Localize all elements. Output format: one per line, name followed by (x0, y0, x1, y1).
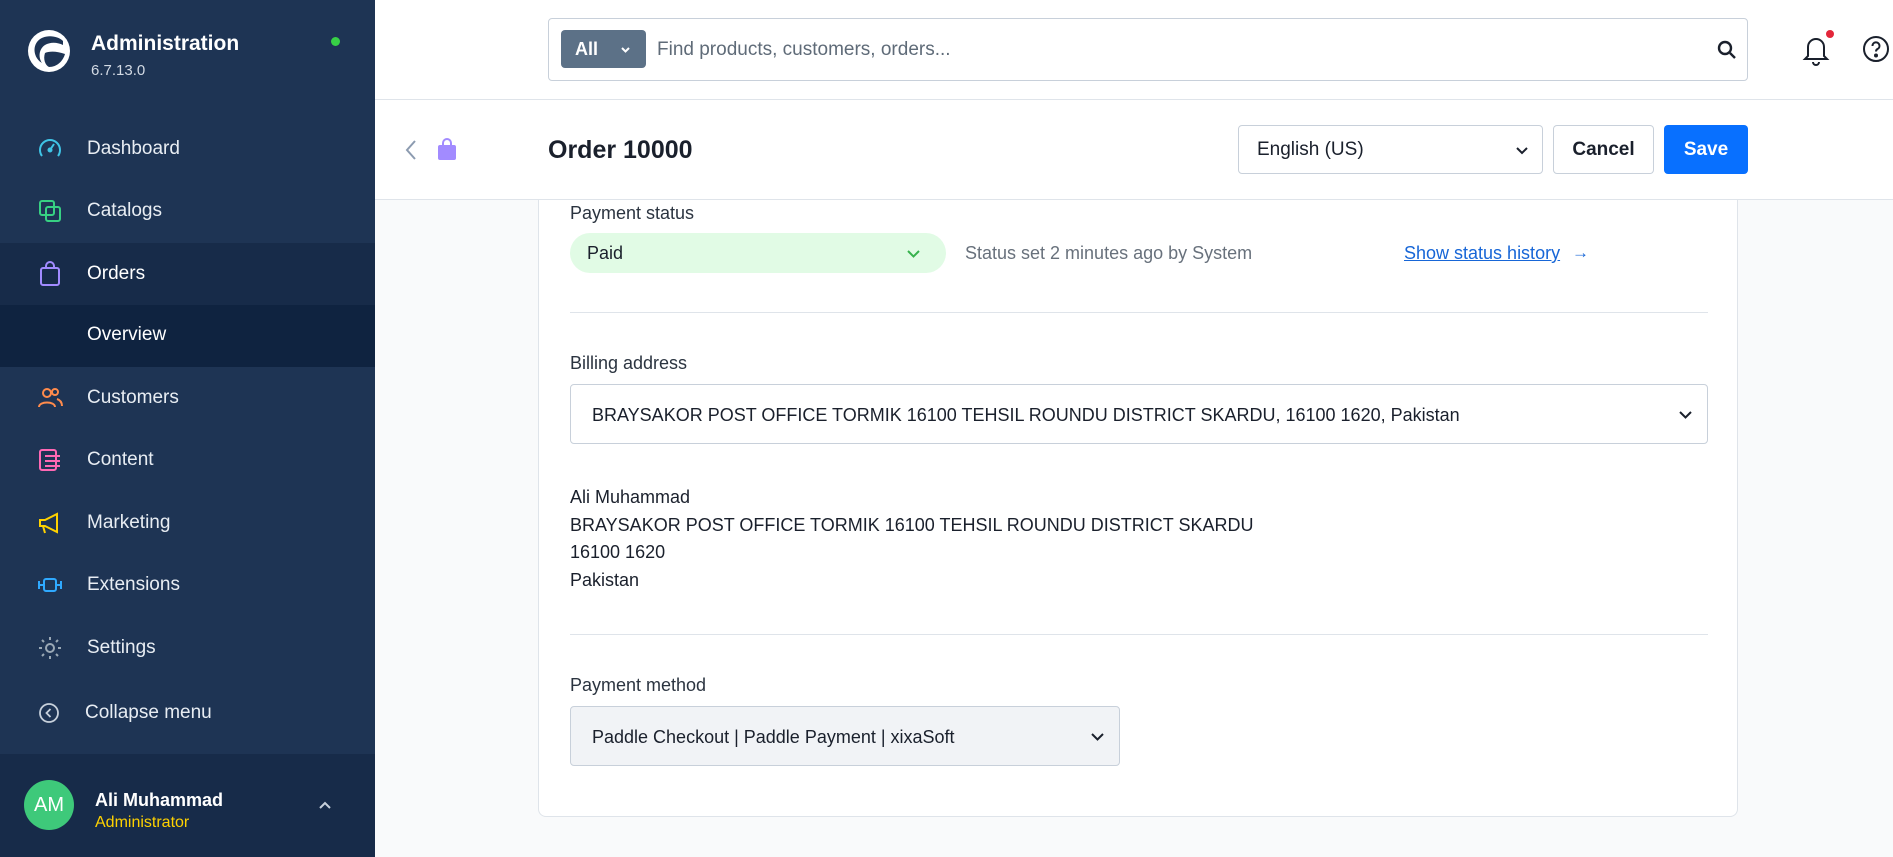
global-search: All (548, 18, 1748, 81)
dashboard-icon (39, 139, 61, 157)
address-line-country: Pakistan (570, 570, 640, 590)
brand-title: Administration (91, 32, 240, 55)
language-select-value: English (US) (1257, 139, 1364, 160)
payment-method-label: Payment method (570, 675, 707, 695)
help-icon[interactable] (1862, 35, 1890, 63)
arrow-right-icon[interactable]: → (1572, 243, 1589, 263)
customers-icon (38, 388, 63, 408)
user-menu[interactable]: AM Ali Muhammad Administrator (0, 754, 375, 857)
smart-bar: Order 10000 English (US) Cancel Save (375, 100, 1893, 200)
sidebar-item-label: Content (87, 449, 154, 470)
sidebar-subitem-label: Overview (87, 324, 167, 345)
orders-module-icon (438, 138, 456, 160)
catalogs-icon (39, 200, 61, 222)
sidebar-item-label: Dashboard (87, 138, 180, 159)
marketing-icon (39, 512, 58, 534)
settings-icon (39, 637, 61, 659)
cancel-button[interactable]: Cancel (1553, 125, 1654, 174)
search-type-label: All (575, 38, 599, 59)
sidebar-item-label: Catalogs (87, 200, 162, 221)
sidebar-item-label: Settings (87, 637, 156, 658)
avatar: AM (24, 780, 74, 830)
sidebar-item-settings[interactable]: Settings (0, 617, 375, 679)
address-line-name: Ali Muhammad (570, 487, 691, 507)
sidebar-item-dashboard[interactable]: Dashboard (0, 118, 375, 180)
chevron-left-circle-icon (39, 703, 59, 723)
billing-address-select[interactable]: BRAYSAKOR POST OFFICE TORMIK 16100 TEHSI… (570, 384, 1708, 444)
billing-address-value: BRAYSAKOR POST OFFICE TORMIK 16100 TEHSI… (592, 405, 1460, 425)
content-icon (39, 449, 60, 471)
search-type-dropdown[interactable]: All (561, 30, 646, 68)
payment-status-value: Paid (587, 243, 624, 263)
divider (570, 312, 1708, 313)
show-status-history-link[interactable]: Show status history (1404, 243, 1560, 264)
address-line-street: BRAYSAKOR POST OFFICE TORMIK 16100 TEHSI… (570, 515, 1254, 535)
sidebar-item-content[interactable]: Content (0, 429, 375, 491)
shopware-logo-icon (28, 30, 70, 72)
brand-header: Administration 6.7.13.0 (0, 0, 375, 100)
sidebar-item-catalogs[interactable]: Catalogs (0, 180, 375, 242)
sidebar-item-label: Orders (87, 263, 146, 284)
sidebar-item-label: Marketing (87, 512, 171, 533)
payment-method-select[interactable]: Paddle Checkout | Paddle Payment | xixaS… (570, 706, 1120, 766)
address-line-zip: 16100 1620 (570, 542, 666, 562)
sidebar-item-customers[interactable]: Customers (0, 367, 375, 429)
top-bar: All (375, 0, 1893, 100)
sidebar-item-label: Extensions (87, 574, 180, 595)
page-title: Order 10000 (548, 136, 693, 164)
payment-status-label: Payment status (570, 203, 695, 223)
payment-method-value: Paddle Checkout | Paddle Payment | xixaS… (592, 727, 955, 747)
sidebar-item-extensions[interactable]: Extensions (0, 554, 375, 616)
extensions-icon (38, 578, 62, 592)
language-select[interactable]: English (US) (1238, 125, 1543, 174)
chevron-down-icon (1091, 733, 1104, 741)
payment-status-select[interactable]: Paid (570, 233, 946, 273)
notification-badge (1826, 30, 1834, 38)
user-role: Administrator (95, 814, 190, 831)
sidebar-subitem-overview[interactable]: Overview (0, 305, 375, 367)
sidebar-item-label: Customers (87, 387, 179, 408)
user-name: Ali Muhammad (95, 790, 224, 810)
search-icon[interactable] (1715, 38, 1739, 62)
chevron-down-icon (1679, 411, 1692, 419)
status-meta-text: Status set 2 minutes ago by System (965, 243, 1253, 263)
chevron-down-icon (621, 47, 630, 53)
order-details-card: Payment status Paid Status set 2 minutes… (538, 200, 1738, 817)
divider (570, 634, 1708, 635)
status-dot (331, 37, 340, 46)
brand-version: 6.7.13.0 (91, 62, 146, 79)
sidebar: Administration 6.7.13.0 Dashboard Catalo… (0, 0, 375, 857)
back-arrow-icon[interactable] (403, 138, 419, 162)
sidebar-item-marketing[interactable]: Marketing (0, 492, 375, 554)
sidebar-item-orders[interactable]: Orders (0, 243, 375, 305)
collapse-menu-label: Collapse menu (85, 702, 212, 723)
chevron-down-icon (1516, 147, 1528, 155)
chevron-up-icon[interactable] (316, 796, 334, 814)
collapse-menu-button[interactable]: Collapse menu (0, 682, 375, 744)
save-button[interactable]: Save (1664, 125, 1748, 174)
chevron-down-icon (907, 250, 920, 258)
orders-icon (40, 261, 60, 286)
search-input[interactable] (657, 31, 1657, 69)
billing-address-label: Billing address (570, 353, 688, 373)
